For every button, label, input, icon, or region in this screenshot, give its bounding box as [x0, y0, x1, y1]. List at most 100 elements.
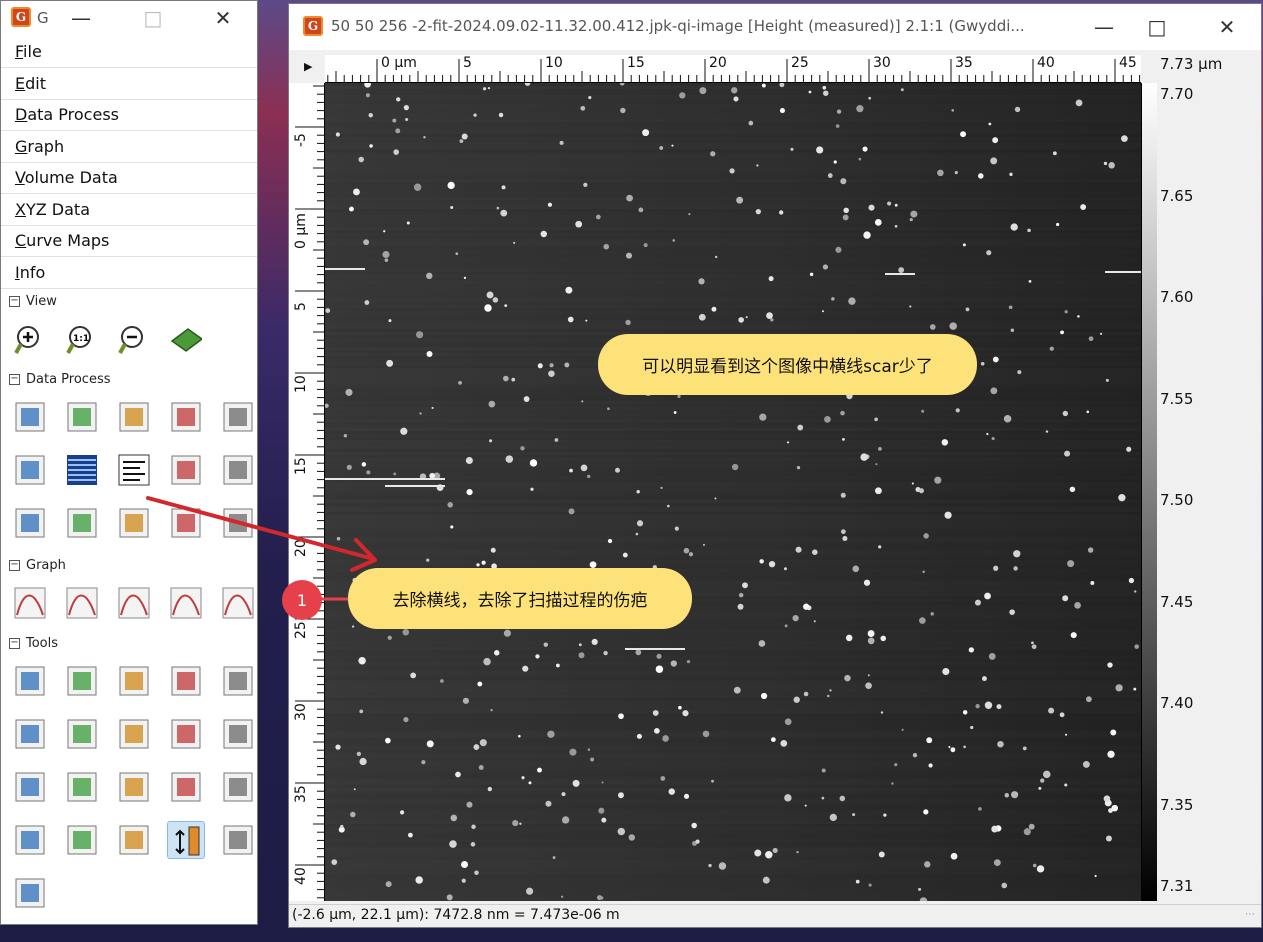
h-ruler-label: 35	[955, 55, 973, 71]
ruler-corner-arrow-icon[interactable]: ▶	[304, 60, 312, 73]
duplicate-icon	[171, 402, 201, 432]
close-button[interactable]: ✕	[1207, 12, 1247, 42]
maximize-button[interactable]: □	[133, 3, 173, 33]
crop-icon	[67, 402, 97, 432]
grains-button[interactable]	[167, 451, 205, 489]
h-ruler-label: 25	[791, 55, 809, 71]
scissors-button[interactable]	[167, 768, 205, 806]
v-ruler-label: 20	[293, 539, 309, 557]
v-ruler-label: 25	[293, 621, 309, 639]
minimize-button[interactable]: —	[61, 3, 101, 33]
menu-graph[interactable]: Graph	[1, 132, 257, 163]
afm-particles-layer	[325, 83, 1141, 901]
graph-align-button[interactable]	[167, 584, 205, 622]
maximize-button[interactable]: □	[1137, 12, 1177, 42]
v-ruler-label: 35	[293, 785, 309, 803]
sphere-button[interactable]	[115, 504, 153, 542]
duplicate-button[interactable]	[167, 398, 205, 436]
minimize-button[interactable]: —	[1084, 12, 1124, 42]
grains-mark-button[interactable]	[63, 821, 101, 859]
unmark-button[interactable]	[219, 504, 257, 542]
zoom-in-icon	[14, 326, 39, 354]
menu-info[interactable]: Info	[1, 258, 257, 289]
status-text: (-2.6 µm, 22.1 µm): 7472.8 nm = 7.473e-0…	[292, 907, 620, 923]
color-range-button[interactable]	[167, 821, 205, 859]
mask-button[interactable]	[11, 504, 49, 542]
section-tools[interactable]: − Tools	[9, 636, 58, 651]
section-data-process[interactable]: − Data Process	[9, 372, 111, 387]
shade-button[interactable]	[167, 504, 205, 542]
level-button[interactable]	[11, 398, 49, 436]
watershed-button[interactable]	[219, 451, 257, 489]
radial-profile-button[interactable]	[219, 662, 257, 700]
profile-button[interactable]	[167, 662, 205, 700]
main-menu: File Edit Data Process Graph Volume Data XYZ …	[1, 37, 257, 289]
crop-button[interactable]	[63, 398, 101, 436]
statistics-button[interactable]	[63, 504, 101, 542]
align-rows-icon	[67, 455, 97, 485]
graph-cut-button[interactable]	[115, 584, 153, 622]
toolbox-titlebar: G G — □ ✕	[1, 1, 257, 37]
export-icon	[223, 825, 253, 855]
level-tool-button[interactable]	[115, 715, 153, 753]
v-ruler-label: 5	[293, 302, 309, 311]
graph-fit-button[interactable]	[11, 584, 49, 622]
zoom-in-button[interactable]	[11, 320, 49, 358]
colorbar-label: 7.40	[1160, 694, 1194, 712]
delete-icon	[119, 825, 149, 855]
v-ruler-label: 40	[293, 867, 309, 885]
path-button[interactable]	[115, 768, 153, 806]
colorbar-label: 7.60	[1160, 288, 1194, 306]
menu-edit[interactable]: Edit	[1, 69, 257, 100]
shade-icon	[171, 508, 201, 538]
distance-icon	[67, 666, 97, 696]
slope-button[interactable]	[11, 715, 49, 753]
xyz-button[interactable]	[11, 874, 49, 912]
grains-mark-icon	[67, 825, 97, 855]
crosshair-button[interactable]	[115, 662, 153, 700]
zoom-1to1-button[interactable]: 1:1	[63, 320, 101, 358]
gradient-button[interactable]	[219, 398, 257, 436]
align-rows-button[interactable]	[63, 451, 101, 489]
blob-button[interactable]	[11, 821, 49, 859]
scale-button[interactable]	[115, 398, 153, 436]
zoom-1to1-icon: 1:1	[66, 326, 91, 354]
curve-button[interactable]	[167, 715, 205, 753]
colorbar-label: 7.45	[1160, 592, 1194, 611]
menu-curve-maps[interactable]: Curve Maps	[1, 226, 257, 257]
graph-peaks-button[interactable]	[63, 584, 101, 622]
scale-icon	[119, 402, 149, 432]
delete-button[interactable]	[115, 821, 153, 859]
menu-file[interactable]: File	[1, 37, 257, 68]
pencil-button[interactable]	[219, 768, 257, 806]
resize-grip-icon[interactable]: ⋯	[1245, 909, 1255, 920]
stats-icon	[67, 719, 97, 749]
ruler-button[interactable]	[11, 768, 49, 806]
facet-button[interactable]	[11, 451, 49, 489]
blob-icon	[15, 825, 45, 855]
section-view[interactable]: − View	[9, 294, 57, 309]
height-map-image[interactable]	[325, 83, 1141, 901]
section-graph[interactable]: − Graph	[9, 558, 66, 573]
vertical-ruler-ticks	[295, 85, 325, 899]
export-button[interactable]	[219, 821, 257, 859]
remove-scars-icon	[118, 454, 150, 486]
close-button[interactable]: ✕	[203, 3, 243, 33]
triangle-button[interactable]	[63, 768, 101, 806]
zoom-out-button[interactable]	[115, 320, 153, 358]
distance-button[interactable]	[63, 662, 101, 700]
level-tool-icon	[119, 719, 149, 749]
slope-icon	[15, 719, 45, 749]
radial-profile-icon	[223, 666, 253, 696]
3d-view-button[interactable]	[167, 320, 205, 358]
stats-button[interactable]	[63, 715, 101, 753]
collapse-icon: −	[9, 295, 20, 307]
spectro-button[interactable]	[219, 715, 257, 753]
remove-scars-button[interactable]	[115, 451, 153, 489]
curve-icon	[171, 719, 201, 749]
graph-export-button[interactable]	[219, 584, 257, 622]
menu-data-process[interactable]: Data Process	[1, 100, 257, 131]
menu-volume-data[interactable]: Volume Data	[1, 163, 257, 194]
pointer-button[interactable]	[11, 662, 49, 700]
menu-xyz-data[interactable]: XYZ Data	[1, 195, 257, 226]
